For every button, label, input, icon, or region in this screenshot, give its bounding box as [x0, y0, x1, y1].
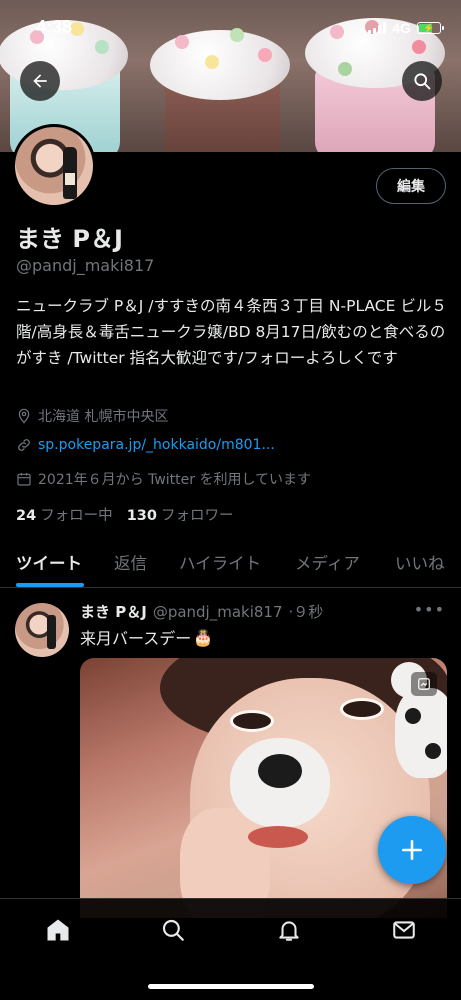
nav-home[interactable]	[43, 915, 73, 945]
profile-location: 北海道 札幌市中央区	[16, 406, 168, 426]
tweet-body: 来月バースデー	[80, 629, 192, 648]
link-icon	[18, 439, 30, 451]
profile-name: まき P＆J	[16, 225, 123, 253]
search-icon	[414, 73, 431, 90]
edit-profile-button[interactable]: 編集	[376, 168, 446, 204]
followers-stat[interactable]: 130 フォロワー	[127, 504, 234, 525]
home-indicator[interactable]	[148, 984, 314, 989]
followers-label: フォロワー	[160, 508, 234, 524]
profile-avatar[interactable]	[12, 124, 96, 208]
tweet-header: まき P＆J @pandj_maki817 ·９秒	[80, 601, 323, 622]
status-indicators: 4G ⚡	[368, 20, 444, 36]
follow-stats: 24 フォロー中 130 フォロワー	[16, 504, 233, 525]
signal-icon	[368, 22, 387, 34]
following-label: フォロー中	[40, 508, 113, 524]
search-icon	[162, 919, 184, 941]
status-time: 4:38	[36, 17, 73, 37]
battery-icon: ⚡	[417, 22, 444, 34]
media-badge-icon	[411, 672, 437, 696]
location-pin-icon	[18, 408, 30, 424]
tweet-author-name[interactable]: まき P＆J	[80, 601, 147, 622]
compose-tweet-button[interactable]	[378, 816, 446, 884]
tweet-media-image[interactable]	[80, 658, 447, 918]
mail-icon	[393, 921, 415, 939]
tweet-author-handle: @pandj_maki817	[152, 603, 283, 621]
active-tab-indicator	[16, 583, 84, 587]
tab-tweets[interactable]: ツイート	[16, 550, 82, 574]
search-button[interactable]	[402, 61, 442, 101]
location-text: 北海道 札幌市中央区	[38, 409, 169, 425]
tab-likes[interactable]: いいね	[395, 550, 445, 574]
network-type: 4G	[392, 20, 411, 36]
calendar-icon	[17, 473, 31, 486]
bell-icon	[279, 921, 299, 941]
tweet-time: ·９秒	[288, 603, 324, 621]
profile-handle: @pandj_maki817	[16, 256, 155, 275]
website-link[interactable]: sp.pokepara.jp/_hokkaido/m801...	[38, 437, 275, 453]
profile-joined: 2021年６月から Twitter を利用しています	[16, 469, 311, 489]
joined-text: 2021年６月から Twitter を利用しています	[38, 472, 312, 488]
tab-replies[interactable]: 返信	[114, 550, 147, 574]
tab-media[interactable]: メディア	[295, 550, 360, 574]
home-icon	[47, 919, 69, 941]
status-bar: 4:38 4G ⚡	[0, 0, 461, 54]
profile-tabs: ツイート 返信 ハイライト メディア いいね	[0, 540, 461, 588]
nav-search[interactable]	[158, 915, 188, 945]
back-button[interactable]	[20, 61, 60, 101]
more-options-icon[interactable]: •••	[414, 600, 445, 619]
following-stat[interactable]: 24 フォロー中	[16, 504, 113, 525]
arrow-left-icon	[33, 74, 47, 88]
nav-notifications[interactable]	[274, 915, 304, 945]
profile-website[interactable]: sp.pokepara.jp/_hokkaido/m801...	[16, 437, 275, 453]
plus-icon	[402, 840, 422, 860]
tweet-text: 来月バースデー 🎂	[80, 625, 213, 649]
tab-highlights[interactable]: ハイライト	[179, 550, 261, 574]
following-count: 24	[16, 508, 37, 524]
followers-count: 130	[126, 508, 157, 524]
profile-bio: ニュークラブ P＆J /すすきの南４条西３丁目 N-PLACE ビル５階/高身長…	[16, 297, 447, 367]
nav-messages[interactable]	[389, 915, 419, 945]
tweet-avatar[interactable]	[15, 603, 69, 657]
cake-emoji: 🎂	[193, 627, 214, 647]
